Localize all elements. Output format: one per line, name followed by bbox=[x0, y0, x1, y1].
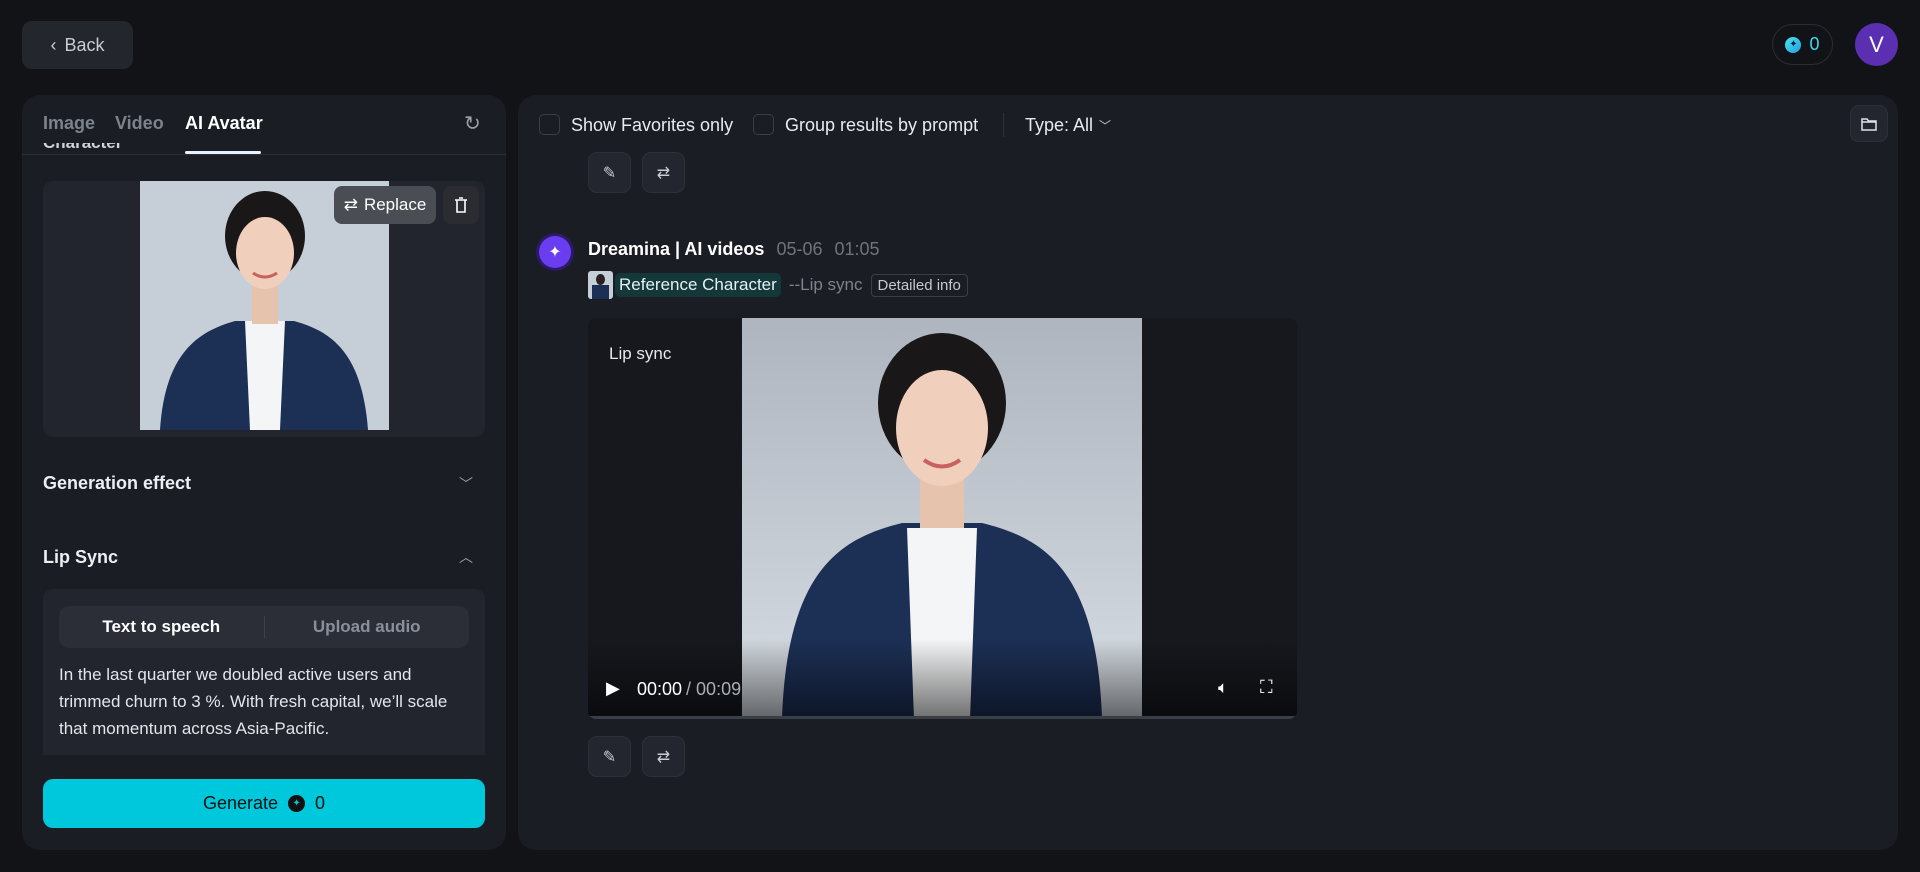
pencil-icon: ✎ bbox=[602, 164, 617, 182]
tab-image[interactable]: Image bbox=[43, 113, 95, 134]
back-label: Back bbox=[64, 34, 105, 55]
chevron-down-icon[interactable]: ﹀ bbox=[459, 474, 473, 494]
results-panel: Show Favorites only Group results by pro… bbox=[518, 95, 1898, 850]
character-label: Character bbox=[43, 143, 122, 154]
time-display: 00:00 / 00:09 bbox=[637, 679, 741, 700]
play-icon[interactable]: ▶ bbox=[606, 678, 620, 699]
group-by-prompt-checkbox[interactable] bbox=[753, 114, 774, 135]
replace-label: Replace bbox=[363, 195, 427, 214]
toolbar-divider bbox=[1003, 113, 1004, 137]
video-overlay-label: Lip sync bbox=[609, 344, 672, 363]
tab-video[interactable]: Video bbox=[115, 113, 164, 134]
credit-coin-icon: ✦ bbox=[1785, 36, 1802, 53]
credit-coin-icon: ✦ bbox=[288, 795, 306, 812]
regenerate-button[interactable]: ⇄ bbox=[642, 152, 685, 193]
prompt-row: Reference Character --Lip sync Detailed … bbox=[588, 271, 968, 299]
lip-sync-box: Text to speech Upload audio In the last … bbox=[43, 589, 485, 755]
tts-text-input[interactable]: In the last quarter we doubled active us… bbox=[59, 661, 459, 742]
trash-icon bbox=[455, 197, 467, 213]
current-time: 00:00 bbox=[637, 679, 683, 699]
chevron-up-icon[interactable]: ︿ bbox=[459, 547, 473, 567]
generate-label: Generate bbox=[202, 793, 279, 813]
result-header: Dreamina | AI videos 05-06 01:05 bbox=[588, 239, 880, 260]
fullscreen-icon[interactable]: ⛶ bbox=[1260, 677, 1273, 698]
avatar-initial: V bbox=[1869, 31, 1884, 57]
lip-sync-header[interactable]: Lip Sync bbox=[43, 547, 118, 568]
folder-button[interactable] bbox=[1850, 105, 1888, 142]
mode-upload-audio[interactable]: Upload audio bbox=[265, 617, 470, 637]
result-time: 01:05 bbox=[834, 239, 880, 259]
video-player[interactable]: Lip sync ▶ 00:00 / 00:09 🔈︎ ⛶ bbox=[588, 318, 1297, 719]
user-avatar[interactable]: V bbox=[1855, 23, 1898, 66]
delete-button[interactable] bbox=[443, 186, 479, 224]
detailed-info-button[interactable]: Detailed info bbox=[870, 273, 968, 297]
dreamina-logo-icon: ✦ bbox=[539, 236, 571, 268]
credits-badge[interactable]: ✦ 0 bbox=[1772, 24, 1833, 65]
result-date: 05-06 bbox=[776, 239, 823, 259]
type-filter-label: Type: All bbox=[1025, 115, 1094, 135]
chevron-left-icon: ‹ bbox=[50, 34, 57, 55]
tabs-divider bbox=[22, 154, 506, 155]
type-filter-dropdown[interactable]: Type: All ﹀ bbox=[1025, 115, 1111, 136]
replace-icon: ⇄ bbox=[343, 195, 358, 214]
mode-text-to-speech[interactable]: Text to speech bbox=[59, 617, 264, 637]
edit-button[interactable]: ✎ bbox=[588, 736, 631, 777]
result-author: Dreamina | AI videos bbox=[588, 239, 765, 259]
generate-button[interactable]: Generate ✦ 0 bbox=[43, 779, 485, 828]
repeat-icon: ⇄ bbox=[656, 164, 671, 182]
reference-thumbnail[interactable] bbox=[588, 271, 613, 299]
pencil-icon: ✎ bbox=[602, 748, 617, 766]
show-favorites-checkbox[interactable] bbox=[539, 114, 560, 135]
mode-label: --Lip sync bbox=[788, 275, 863, 294]
reference-character-chip[interactable]: Reference Character bbox=[615, 273, 781, 297]
show-favorites-label[interactable]: Show Favorites only bbox=[571, 115, 733, 136]
folder-icon bbox=[1861, 117, 1877, 131]
credits-count: 0 bbox=[1809, 34, 1820, 54]
group-by-prompt-label[interactable]: Group results by prompt bbox=[785, 115, 978, 136]
reset-icon[interactable]: ↻ bbox=[464, 111, 481, 136]
repeat-icon: ⇄ bbox=[656, 748, 671, 766]
chevron-down-icon: ﹀ bbox=[1099, 119, 1112, 133]
tab-ai-avatar[interactable]: AI Avatar bbox=[185, 113, 263, 134]
lip-sync-mode-toggle: Text to speech Upload audio bbox=[59, 606, 469, 648]
volume-icon[interactable]: 🔈︎ bbox=[1218, 678, 1228, 698]
regenerate-button[interactable]: ⇄ bbox=[642, 736, 685, 777]
duration: / 00:09 bbox=[686, 679, 742, 699]
generate-cost: 0 bbox=[315, 793, 326, 813]
replace-button[interactable]: ⇄ Replace bbox=[334, 186, 436, 224]
generation-panel: Image Video AI Avatar ↻ Character ⇄ Repl… bbox=[22, 95, 506, 850]
generation-effect-header[interactable]: Generation effect bbox=[43, 473, 191, 494]
back-button[interactable]: ‹ Back bbox=[22, 21, 133, 69]
edit-button[interactable]: ✎ bbox=[588, 152, 631, 193]
progress-bar[interactable] bbox=[588, 716, 1297, 719]
